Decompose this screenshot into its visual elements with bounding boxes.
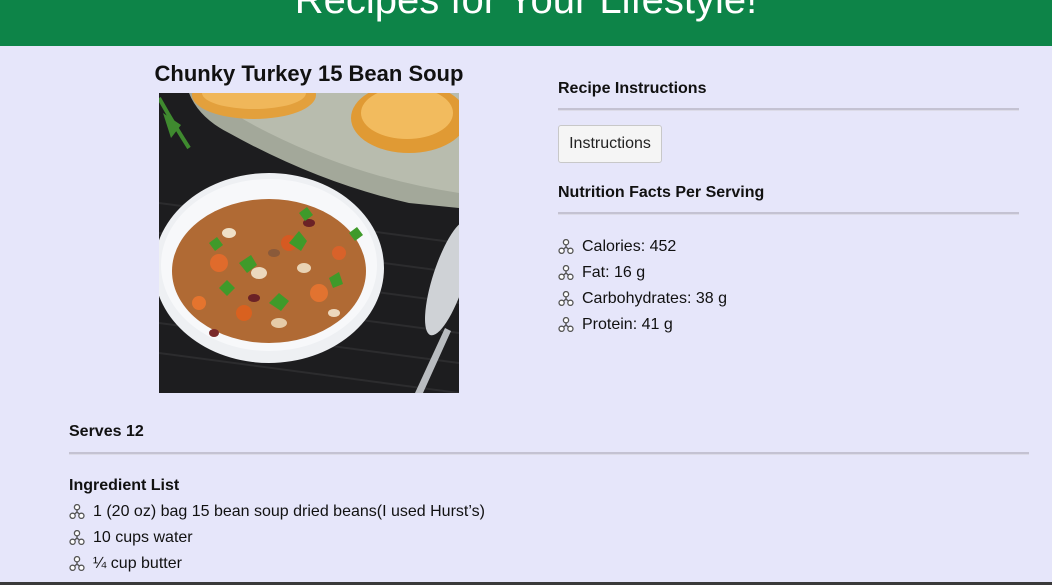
site-banner: Recipes for Your Lifestyle!: [0, 0, 1052, 46]
triskelion-bullet-icon: [558, 317, 574, 333]
list-item: 10 cups water: [69, 525, 485, 551]
list-item: Fat: 16 g: [558, 260, 727, 286]
ingredient-text: ¼ cup butter: [93, 555, 182, 572]
triskelion-bullet-icon: [558, 291, 574, 307]
list-item: Carbohydrates: 38 g: [558, 286, 727, 312]
recipe-title: Chunky Turkey 15 Bean Soup: [154, 61, 464, 86]
ingredient-list: 1 (20 oz) bag 15 bean soup dried beans(I…: [69, 499, 485, 577]
ingredient-text: 1 (20 oz) bag 15 bean soup dried beans(I…: [93, 503, 485, 520]
instructions-button[interactable]: Instructions: [558, 125, 662, 163]
triskelion-bullet-icon: [69, 556, 85, 572]
divider: [558, 108, 1019, 111]
triskelion-bullet-icon: [69, 504, 85, 520]
nutrition-value: Protein: 41 g: [582, 316, 673, 333]
nutrition-value: Carbohydrates: 38 g: [582, 290, 727, 307]
nutrition-list: Calories: 452 Fat: 16 g Carbohydrates: 3…: [558, 234, 727, 338]
divider: [69, 452, 1029, 455]
recipe-instructions-heading: Recipe Instructions: [558, 80, 707, 97]
nutrition-facts-heading: Nutrition Facts Per Serving: [558, 184, 765, 201]
list-item: ¼ cup butter: [69, 551, 485, 577]
list-item: 1 (20 oz) bag 15 bean soup dried beans(I…: [69, 499, 485, 525]
site-title: Recipes for Your Lifestyle!: [294, 0, 758, 22]
list-item: Calories: 452: [558, 234, 727, 260]
triskelion-bullet-icon: [558, 265, 574, 281]
ingredient-list-heading: Ingredient List: [69, 477, 180, 494]
triskelion-bullet-icon: [558, 239, 574, 255]
ingredient-text: 10 cups water: [93, 529, 193, 546]
nutrition-value: Calories: 452: [582, 238, 677, 255]
nutrition-value: Fat: 16 g: [582, 264, 646, 281]
serves-heading: Serves 12: [69, 423, 144, 440]
triskelion-bullet-icon: [69, 530, 85, 546]
recipe-photo: [159, 93, 459, 393]
divider: [558, 212, 1019, 215]
list-item: Protein: 41 g: [558, 312, 727, 338]
